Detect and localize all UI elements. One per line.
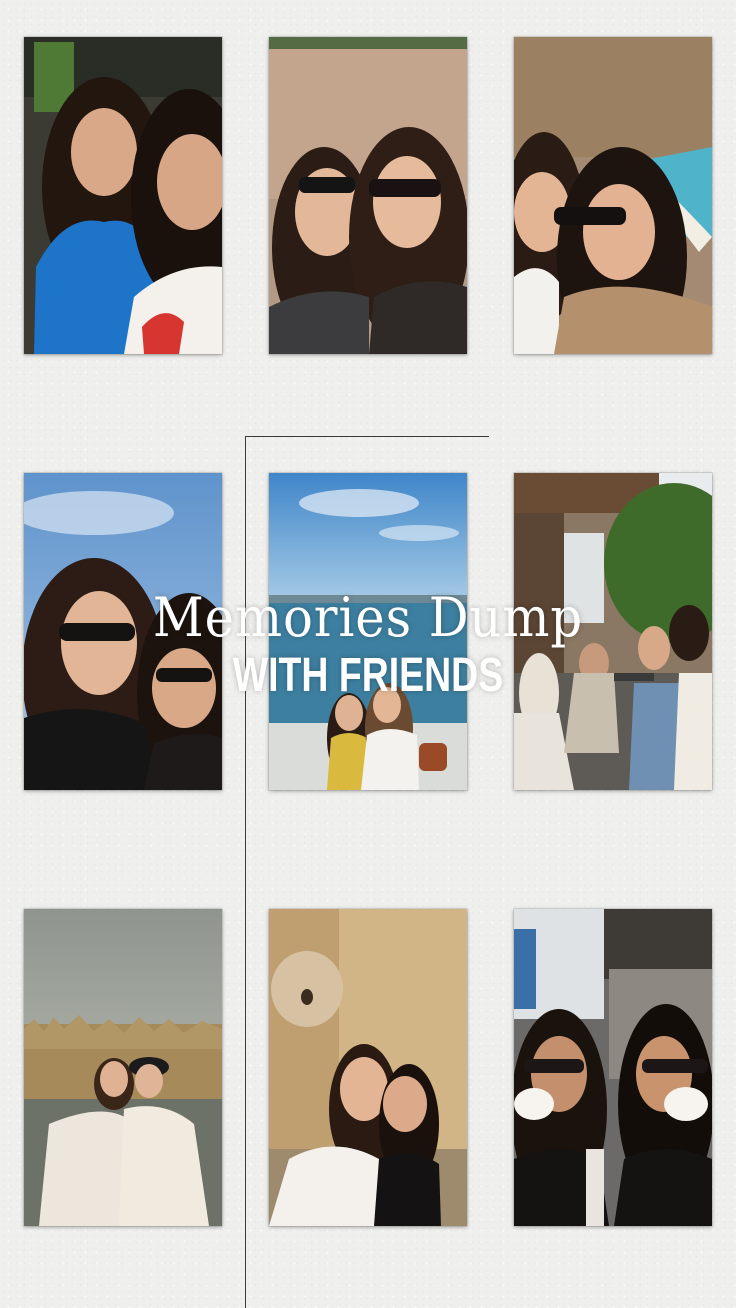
photo-5-image (269, 473, 467, 790)
photo-4-image (24, 473, 222, 790)
photo-card-1[interactable] (24, 37, 222, 354)
photo-card-8[interactable] (269, 909, 467, 1226)
photo-9-image (514, 909, 712, 1226)
photo-card-4[interactable] (24, 473, 222, 790)
photo-1-image (24, 37, 222, 354)
photo-7-image (24, 909, 222, 1226)
photo-2-image (269, 37, 467, 354)
photo-card-2[interactable] (269, 37, 467, 354)
photo-card-6[interactable] (514, 473, 712, 790)
photo-card-3[interactable] (514, 37, 712, 354)
photo-card-5[interactable] (269, 473, 467, 790)
photo-card-9[interactable] (514, 909, 712, 1226)
photo-8-image (269, 909, 467, 1226)
photo-6-image (514, 473, 712, 790)
guide-line-vertical (245, 436, 246, 1308)
photo-card-7[interactable] (24, 909, 222, 1226)
photo-3-image (514, 37, 712, 354)
guide-line-horizontal (246, 436, 489, 437)
